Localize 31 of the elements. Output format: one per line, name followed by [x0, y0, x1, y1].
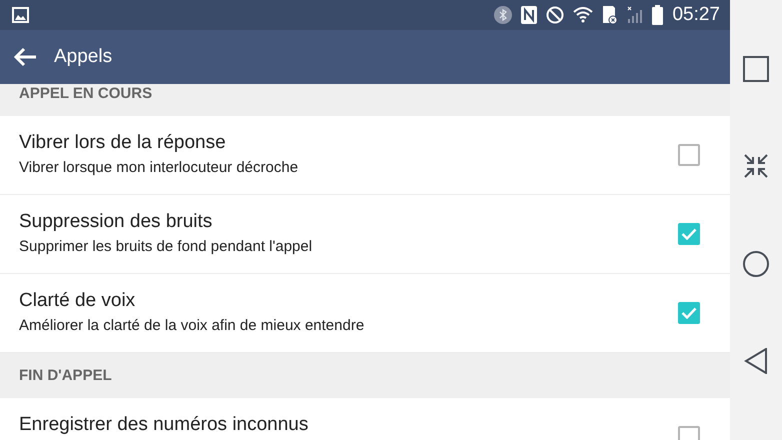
recent-apps-button[interactable] [743, 56, 769, 82]
back-button[interactable] [14, 47, 38, 67]
back-nav-button[interactable] [744, 348, 768, 374]
nfc-icon [521, 6, 538, 24]
image-icon [12, 7, 29, 23]
checkbox[interactable] [678, 302, 700, 324]
setting-title: Suppression des bruits [19, 211, 214, 233]
minimize-button[interactable] [743, 153, 769, 180]
wifi-icon [573, 7, 594, 23]
setting-row[interactable]: Suppression des bruits Supprimer les bruits de fond pendant l'appel [0, 195, 730, 274]
checkmark-icon [681, 307, 697, 319]
checkbox[interactable] [678, 223, 700, 245]
section-title: FIN D'APPEL [19, 367, 112, 384]
bluetooth-icon [494, 6, 512, 24]
blocked-icon [546, 6, 564, 24]
checkbox[interactable] [678, 144, 700, 166]
battery-icon [652, 5, 664, 25]
setting-description: Supprimer les bruits de fond pendant l'appel [19, 238, 314, 255]
signal-icon [627, 5, 644, 25]
sd-card-icon [602, 5, 618, 25]
section-title: APPEL EN COURS [19, 85, 152, 102]
home-button[interactable] [743, 250, 769, 277]
setting-title: Vibrer lors de la réponse [19, 132, 227, 154]
status-time: 05:27 [672, 4, 720, 26]
setting-row[interactable]: Vibrer lors de la réponse Vibrer lorsque mon interlocuteur décroche [0, 116, 730, 195]
setting-title: Clarté de voix [19, 290, 136, 312]
screen-title: Appels [54, 46, 112, 68]
setting-title: Enregistrer des numéros inconnus [19, 414, 310, 436]
checkmark-icon [681, 228, 697, 240]
setting-description: Vibrer lorsque mon interlocuteur décroche [19, 159, 300, 176]
setting-description: Améliorer la clarté de la voix afin de mieux entendre [19, 317, 366, 334]
